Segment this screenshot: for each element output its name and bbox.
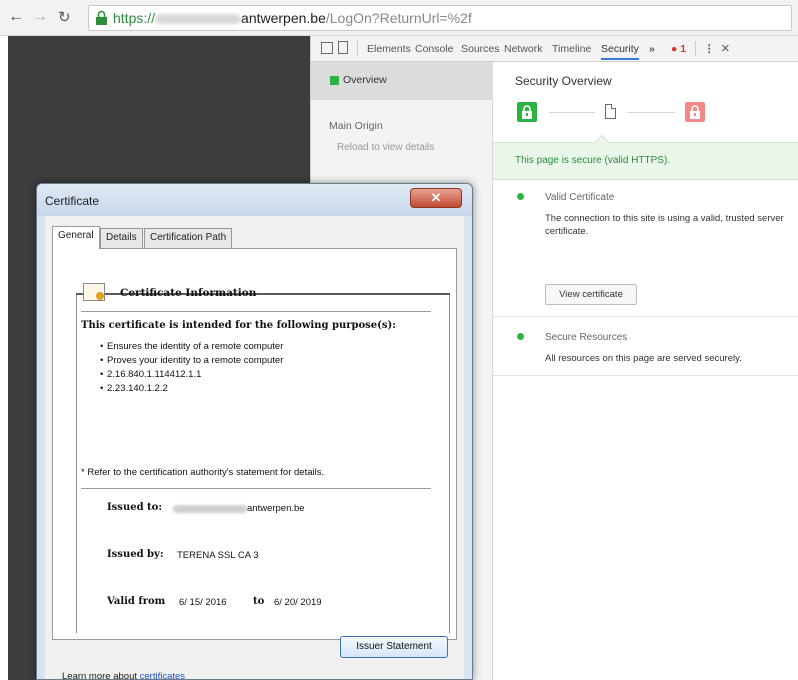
certificate-icon xyxy=(83,283,105,301)
divider xyxy=(493,375,798,376)
error-count: 1 xyxy=(680,43,687,55)
close-button[interactable]: ✕ xyxy=(410,188,462,208)
valid-from-label: Valid from xyxy=(107,596,166,607)
issued-by-label: Issued by: xyxy=(107,549,164,560)
toolbar-separator xyxy=(357,41,358,56)
address-bar[interactable]: https:// antwerpen.be/LogOn?ReturnUrl=%2f xyxy=(88,5,792,31)
dialog-body: General Details Certification Path Certi… xyxy=(45,216,464,680)
reload-hint: Reload to view details xyxy=(337,142,435,153)
tab-timeline[interactable]: Timeline xyxy=(552,43,591,55)
dialog-titlebar[interactable]: Certificate ✕ xyxy=(37,184,472,216)
lock-icon xyxy=(96,10,107,25)
divider xyxy=(81,488,431,489)
secure-square-icon xyxy=(330,76,339,85)
divider xyxy=(493,316,798,317)
url-redacted xyxy=(155,14,242,25)
screen: ← → ↻ https:// antwerpen.be/LogOn?ReturnU… xyxy=(0,0,798,680)
back-arrow-icon[interactable]: ← xyxy=(8,8,24,26)
secure-resources-text: All resources on this page are served se… xyxy=(545,353,742,364)
devtools-toolbar: Elements Console Sources Network Timelin… xyxy=(311,36,798,62)
connector-line xyxy=(627,112,675,113)
page-title: Security Overview xyxy=(515,74,612,88)
certificate-information-heading: Certificate Information xyxy=(120,287,257,299)
valid-from-value: 6/ 15/ 2016 xyxy=(179,597,227,608)
issuer-statement-button[interactable]: Issuer Statement xyxy=(340,636,448,658)
redacted-text xyxy=(173,505,247,513)
purpose-item: 2.16.840.1.114412.1.1 xyxy=(100,369,201,380)
purpose-item: Ensures the identity of a remote compute… xyxy=(100,341,283,352)
view-certificate-button[interactable]: View certificate xyxy=(545,284,637,305)
divider xyxy=(81,311,431,312)
tab-sources[interactable]: Sources xyxy=(461,43,500,55)
security-overview: Security Overview This page is secure (v… xyxy=(493,62,798,680)
status-dot-icon xyxy=(517,193,524,200)
secure-lock-icon xyxy=(517,102,537,122)
sidebar-item-label: Overview xyxy=(343,74,387,86)
browser-toolbar: ← → ↻ https:// antwerpen.be/LogOn?ReturnU… xyxy=(0,0,798,36)
secure-status-text: This page is secure (valid HTTPS). xyxy=(515,155,671,166)
tab-console[interactable]: Console xyxy=(415,43,454,55)
certificate-seal-icon xyxy=(96,292,104,300)
toolbar-separator xyxy=(695,41,696,56)
issued-to-label: Issued to: xyxy=(107,502,163,513)
connector-line xyxy=(549,112,595,113)
sidebar-item-main-origin[interactable]: Main Origin xyxy=(329,120,383,132)
inspect-element-icon[interactable] xyxy=(321,42,333,54)
issued-to-value: antwerpen.be xyxy=(247,503,305,514)
url-host: antwerpen.be xyxy=(241,10,326,26)
tab-elements[interactable]: Elements xyxy=(367,43,411,55)
device-mode-icon[interactable] xyxy=(338,41,348,54)
certificates-link[interactable]: certificates xyxy=(140,671,185,679)
devtools-menu-icon[interactable]: ⋮ xyxy=(704,43,715,55)
secure-status-banner: This page is secure (valid HTTPS). xyxy=(493,134,798,180)
secure-resources-title: Secure Resources xyxy=(545,332,628,343)
tab-network[interactable]: Network xyxy=(504,43,543,55)
tab-security[interactable]: Security xyxy=(601,43,639,60)
url-path: /LogOn?ReturnUrl=%2f xyxy=(325,10,472,26)
status-dot-icon xyxy=(517,333,524,340)
learn-more-text: Learn more about certificates xyxy=(62,671,185,680)
purpose-item: 2.23.140.1.2.2 xyxy=(100,383,168,394)
url-scheme: https:// xyxy=(113,10,156,26)
certificate-dialog: Certificate ✕ General Details Certificat… xyxy=(36,183,473,680)
purpose-heading: This certificate is intended for the fol… xyxy=(81,320,396,331)
valid-certificate-text: The connection to this site is using a v… xyxy=(545,213,784,237)
devtools-close-icon[interactable]: × xyxy=(721,40,730,57)
banner-pointer xyxy=(594,134,610,150)
issued-by-value: TERENA SSL CA 3 xyxy=(177,550,259,561)
tab-general[interactable]: General xyxy=(52,226,100,249)
reload-icon[interactable]: ↻ xyxy=(58,8,71,26)
more-tabs-icon[interactable]: » xyxy=(649,43,655,55)
document-icon xyxy=(605,104,616,119)
general-tab-panel xyxy=(52,248,457,640)
forward-arrow-icon[interactable]: → xyxy=(32,8,48,26)
tab-details[interactable]: Details xyxy=(100,228,143,248)
insecure-lock-icon xyxy=(685,102,705,122)
purpose-item: Proves your identity to a remote compute… xyxy=(100,355,283,366)
dialog-title: Certificate xyxy=(45,194,100,208)
valid-to-value: 6/ 20/ 2019 xyxy=(274,597,322,608)
valid-to-label: to xyxy=(253,596,265,607)
sidebar-item-overview[interactable]: Overview xyxy=(311,62,493,100)
learn-more-prefix: Learn more about xyxy=(62,671,140,680)
refer-note: * Refer to the certification authority's… xyxy=(81,467,325,478)
valid-certificate-title: Valid Certificate xyxy=(545,192,615,203)
error-count-badge[interactable]: ● 1 xyxy=(671,43,686,55)
tab-certification-path[interactable]: Certification Path xyxy=(144,228,233,248)
